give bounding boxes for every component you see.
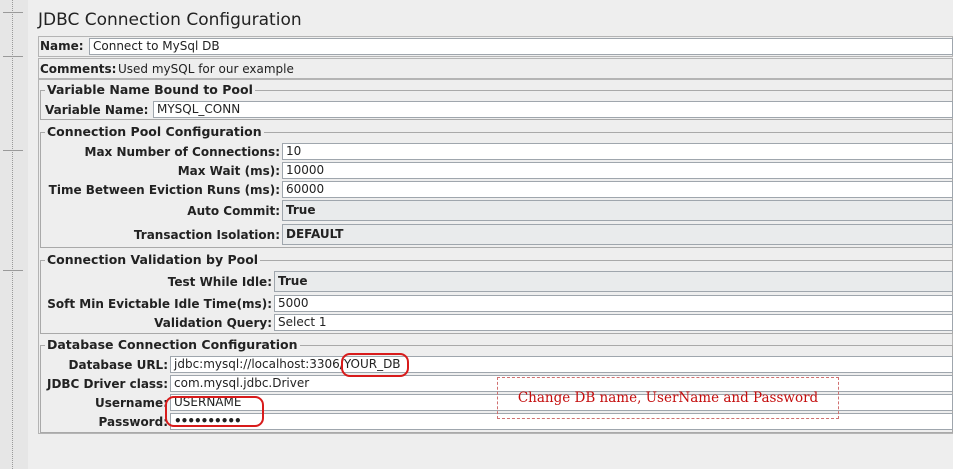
- auto-commit-select[interactable]: True: [282, 200, 953, 221]
- pool-group-title: Connection Pool Configuration: [45, 124, 264, 139]
- name-label: Name:: [40, 39, 84, 53]
- variable-name-input[interactable]: MYSQL_CONN: [153, 101, 953, 118]
- tree-connector: [3, 270, 23, 271]
- max-wait-input[interactable]: 10000: [282, 162, 953, 179]
- db-group-title: Database Connection Configuration: [45, 337, 300, 352]
- isolation-select[interactable]: DEFAULT: [282, 224, 953, 245]
- eviction-label: Time Between Eviction Runs (ms):: [48, 183, 280, 197]
- comments-label: Comments:: [40, 62, 117, 76]
- tree-guide-line: [12, 0, 13, 469]
- username-label: Username:: [94, 396, 168, 410]
- validation-query-label: Validation Query:: [154, 316, 272, 330]
- max-connections-label: Max Number of Connections:: [84, 145, 280, 159]
- db-url-prefix: jdbc:mysql://localhost:3306/: [174, 357, 344, 371]
- max-connections-input[interactable]: 10: [282, 143, 953, 160]
- tree-connector: [3, 56, 23, 57]
- tree-gutter: [0, 0, 29, 469]
- credentials-highlight-oval: [165, 396, 264, 427]
- validation-query-input[interactable]: Select 1: [274, 314, 953, 331]
- max-wait-label: Max Wait (ms):: [177, 164, 280, 178]
- page-title: JDBC Connection Configuration: [38, 10, 302, 30]
- db-url-label: Database URL:: [68, 358, 168, 372]
- isolation-label: Transaction Isolation:: [133, 228, 280, 242]
- password-label: Password:: [98, 415, 169, 429]
- driver-label: JDBC Driver class:: [46, 377, 168, 391]
- tree-connector: [3, 150, 23, 151]
- validation-group-title: Connection Validation by Pool: [45, 252, 261, 267]
- eviction-input[interactable]: 60000: [282, 181, 953, 198]
- annotation-note: Change DB name, UserName and Password: [497, 377, 839, 419]
- soft-min-label: Soft Min Evictable Idle Time(ms):: [47, 297, 272, 311]
- db-url-input[interactable]: jdbc:mysql://localhost:3306/YOUR_DB: [170, 356, 953, 373]
- name-input[interactable]: Connect to MySql DB: [89, 38, 953, 55]
- tree-connector: [3, 12, 23, 13]
- variable-group-title: Variable Name Bound to Pool: [45, 82, 255, 97]
- variable-name-label: Variable Name:: [45, 103, 149, 117]
- test-idle-select[interactable]: True: [274, 271, 953, 292]
- config-panel: JDBC Connection Configuration Name: Conn…: [28, 0, 953, 469]
- auto-commit-label: Auto Commit:: [187, 204, 280, 218]
- db-name-highlight-oval: [341, 353, 409, 377]
- comments-input[interactable]: Used mySQL for our example: [118, 62, 294, 76]
- soft-min-input[interactable]: 5000: [274, 295, 953, 312]
- test-idle-label: Test While Idle:: [167, 275, 272, 289]
